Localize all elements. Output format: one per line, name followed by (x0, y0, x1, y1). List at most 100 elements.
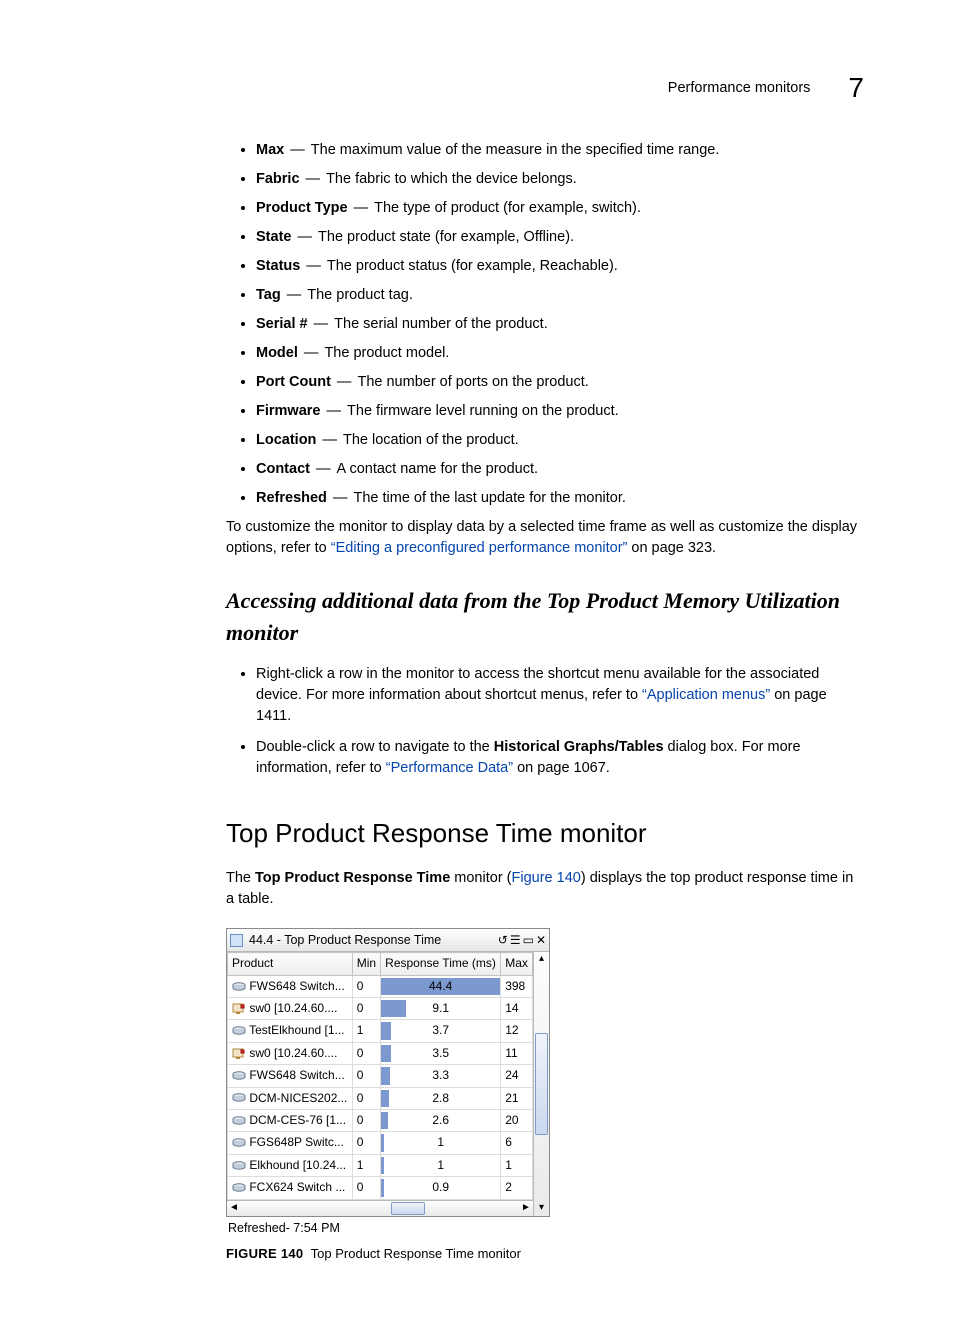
v-scroll-thumb[interactable] (535, 1033, 548, 1135)
cell-response-time: 2.6 (381, 1110, 501, 1132)
table-row[interactable]: FWS648 Switch...03.324 (228, 1065, 533, 1087)
definition-item: Port Count — The number of ports on the … (256, 372, 864, 393)
definition-desc: The product state (for example, Offline)… (318, 229, 574, 245)
scroll-down-icon[interactable]: ▾ (534, 1201, 549, 1216)
monitor-title: 44.4 - Top Product Response Time (249, 931, 492, 949)
col-product[interactable]: Product (228, 953, 353, 975)
horizontal-scrollbar[interactable]: ◄ ► (227, 1200, 533, 1216)
definition-term: Location (256, 432, 316, 448)
definition-term: Serial # (256, 316, 308, 332)
refreshed-label: Refreshed- 7:54 PM (228, 1219, 864, 1237)
cell-min: 0 (352, 1132, 380, 1154)
table-row[interactable]: sw0 [10.24.60....03.511 (228, 1042, 533, 1064)
refresh-icon[interactable]: ↺ (498, 934, 508, 946)
definition-desc: The time of the last update for the moni… (353, 490, 625, 506)
definition-item: Max — The maximum value of the measure i… (256, 140, 864, 161)
definition-list: Max — The maximum value of the measure i… (226, 140, 864, 509)
collapse-icon[interactable]: ☰ (510, 934, 521, 946)
cell-min: 0 (352, 975, 380, 997)
definition-desc: The type of product (for example, switch… (374, 200, 641, 216)
cell-min: 0 (352, 1042, 380, 1064)
monitor-table: Product Min Response Time (ms) Max FWS64… (227, 952, 533, 1199)
monitor-color-chip (230, 934, 243, 947)
definition-desc: The product model. (324, 345, 449, 361)
definition-desc: The product tag. (307, 287, 413, 303)
table-row[interactable]: sw0 [10.24.60....09.114 (228, 998, 533, 1020)
definition-desc: The serial number of the product. (334, 316, 548, 332)
cell-min: 1 (352, 1020, 380, 1042)
definition-desc: The fabric to which the device belongs. (326, 171, 577, 187)
table-row[interactable]: FCX624 Switch ...00.92 (228, 1177, 533, 1199)
cell-max: 398 (501, 975, 533, 997)
definition-desc: The maximum value of the measure in the … (311, 142, 720, 158)
definition-item: Product Type — The type of product (for … (256, 198, 864, 219)
definition-term: Refreshed (256, 490, 327, 506)
cell-min: 0 (352, 1065, 380, 1087)
link-performance-data[interactable]: “Performance Data” (386, 760, 513, 776)
definition-term: Max (256, 142, 284, 158)
cell-response-time: 1 (381, 1154, 501, 1176)
definition-desc: The firmware level running on the produc… (347, 403, 619, 419)
definition-desc: A contact name for the product. (337, 461, 539, 477)
definition-item: Contact — A contact name for the product… (256, 459, 864, 480)
vertical-scrollbar[interactable]: ▴ ▾ (533, 952, 549, 1215)
definition-term: Contact (256, 461, 310, 477)
section-intro: The Top Product Response Time monitor (F… (226, 868, 864, 910)
link-figure-140[interactable]: Figure 140 (512, 870, 581, 886)
cell-max: 14 (501, 998, 533, 1020)
definition-term: Firmware (256, 403, 320, 419)
cell-min: 1 (352, 1154, 380, 1176)
monitor-titlebar: 44.4 - Top Product Response Time ↺ ☰ ▭ ✕ (227, 929, 549, 952)
definition-item: State — The product state (for example, … (256, 227, 864, 248)
definition-item: Fabric — The fabric to which the device … (256, 169, 864, 190)
definition-item: Tag — The product tag. (256, 285, 864, 306)
subheading-accessing: Accessing additional data from the Top P… (226, 585, 864, 649)
bullet-double-click: Double-click a row to navigate to the Hi… (256, 737, 864, 779)
definition-item: Serial # — The serial number of the prod… (256, 314, 864, 335)
cell-max: 6 (501, 1132, 533, 1154)
section-heading: Top Product Response Time monitor (226, 815, 864, 853)
monitor-panel: 44.4 - Top Product Response Time ↺ ☰ ▭ ✕… (226, 928, 550, 1216)
customize-paragraph: To customize the monitor to display data… (226, 517, 864, 559)
definition-item: Firmware — The firmware level running on… (256, 401, 864, 422)
definition-term: Product Type (256, 200, 348, 216)
definition-term: Tag (256, 287, 281, 303)
cell-product: FWS648 Switch... (228, 975, 353, 997)
cell-max: 2 (501, 1177, 533, 1199)
h-scroll-thumb[interactable] (391, 1202, 425, 1215)
cell-max: 20 (501, 1110, 533, 1132)
col-max[interactable]: Max (501, 953, 533, 975)
definition-desc: The location of the product. (343, 432, 519, 448)
cell-response-time: 1 (381, 1132, 501, 1154)
table-header-row: Product Min Response Time (ms) Max (228, 953, 533, 975)
accessing-bullets: Right-click a row in the monitor to acce… (226, 664, 864, 779)
cell-product: sw0 [10.24.60.... (228, 1042, 353, 1064)
table-row[interactable]: Elkhound [10.24...111 (228, 1154, 533, 1176)
table-row[interactable]: FWS648 Switch...044.4398 (228, 975, 533, 997)
running-header: Performance monitors 7 (668, 68, 864, 109)
link-application-menus[interactable]: “Application menus” (642, 687, 770, 703)
chapter-number: 7 (848, 68, 864, 109)
bullet-shortcut-menu: Right-click a row in the monitor to acce… (256, 664, 864, 727)
col-min[interactable]: Min (352, 953, 380, 975)
col-response-time[interactable]: Response Time (ms) (381, 953, 501, 975)
close-icon[interactable]: ✕ (536, 934, 546, 946)
maximize-icon[interactable]: ▭ (523, 934, 534, 946)
link-editing-monitor[interactable]: “Editing a preconfigured performance mon… (331, 540, 628, 556)
cell-max: 21 (501, 1087, 533, 1109)
table-row[interactable]: TestElkhound [1...13.712 (228, 1020, 533, 1042)
scroll-up-icon[interactable]: ▴ (534, 952, 549, 967)
scroll-left-icon[interactable]: ◄ (227, 1201, 241, 1216)
definition-item: Refreshed — The time of the last update … (256, 488, 864, 509)
definition-item: Status — The product status (for example… (256, 256, 864, 277)
cell-max: 12 (501, 1020, 533, 1042)
cell-product: TestElkhound [1... (228, 1020, 353, 1042)
cell-max: 24 (501, 1065, 533, 1087)
table-row[interactable]: DCM-NICES202...02.821 (228, 1087, 533, 1109)
cell-max: 1 (501, 1154, 533, 1176)
table-row[interactable]: DCM-CES-76 [1...02.620 (228, 1110, 533, 1132)
table-row[interactable]: FGS648P Switc...016 (228, 1132, 533, 1154)
definition-desc: The product status (for example, Reachab… (327, 258, 618, 274)
definition-term: Port Count (256, 374, 331, 390)
scroll-right-icon[interactable]: ► (519, 1201, 533, 1216)
